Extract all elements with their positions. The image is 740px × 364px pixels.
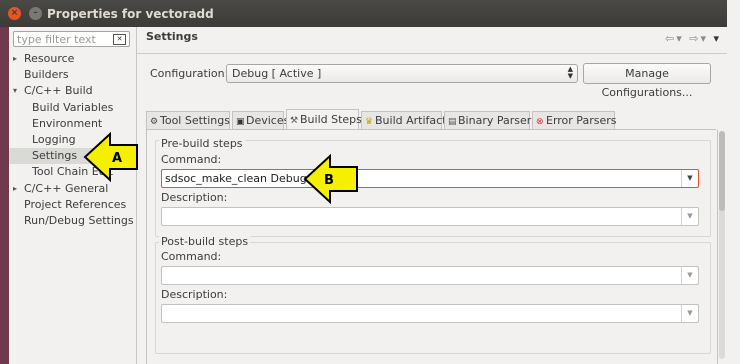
manage-configurations-button[interactable]: Manage Configurations...: [583, 63, 711, 99]
scrollbar-thumb[interactable]: [719, 131, 725, 211]
tab-build-artifact[interactable]: ♛ Build Artifact: [361, 111, 447, 129]
configuration-select[interactable]: Debug [ Active ] ▲ ▼: [226, 64, 578, 83]
tree-item[interactable]: Run/Debug Settings: [9, 213, 136, 229]
back-menu-icon[interactable]: ▾: [676, 32, 684, 45]
chevron-down-icon[interactable]: ▼: [681, 305, 698, 322]
tree-item-label: Build Variables: [32, 100, 114, 114]
tab-binary-parsers[interactable]: ▤Binary Parsers: [444, 111, 537, 129]
page-title: Settings: [146, 30, 198, 43]
prebuild-group-label: Pre-build steps: [159, 137, 245, 150]
tab-label: Binary Parsers: [458, 114, 537, 127]
tree-item[interactable]: ▸ Resource: [9, 51, 136, 67]
prebuild-command-combo[interactable]: sdsoc_make_clean Debug ▼: [161, 169, 699, 188]
chevron-right-icon[interactable]: ▸: [13, 181, 17, 197]
tree-item-label: C/C++ Build: [24, 84, 93, 98]
tree-item-label: Environment: [32, 116, 103, 130]
tree-item-label: Settings: [32, 149, 78, 163]
tab-error-parsers[interactable]: ⊗ Error Parsers: [532, 111, 617, 129]
postbuild-description-label: Description:: [161, 288, 228, 301]
tree-item-label: Project References: [24, 197, 127, 211]
callout-label-a: A: [112, 151, 122, 166]
chevron-down-icon[interactable]: ▼: [681, 170, 698, 187]
postbuild-description-combo[interactable]: ▼: [161, 304, 699, 323]
prebuild-command-value[interactable]: sdsoc_make_clean Debug: [165, 172, 307, 185]
chevron-down-icon[interactable]: ▼: [681, 208, 698, 225]
property-page-tree-panel: ✕ ▸ Resource Builders ▾ C/C++ Build Build Var…: [9, 27, 137, 364]
prebuild-description-combo[interactable]: ▼: [161, 207, 699, 226]
tree-item-label: Builders: [24, 68, 69, 82]
configuration-label: Configuration:: [150, 67, 229, 80]
chevron-down-icon[interactable]: ▼: [681, 267, 698, 284]
view-menu-icon[interactable]: ▾: [713, 32, 719, 45]
tab-label: Devices: [246, 114, 290, 127]
settings-page: Settings ⇦▾ ⇨▾ ▾ Configuration: Debug [ …: [137, 27, 727, 364]
postbuild-command-combo[interactable]: ▼: [161, 266, 699, 285]
close-icon[interactable]: ×: [8, 7, 21, 20]
tree-item[interactable]: Builders: [9, 67, 136, 83]
tree-item[interactable]: Project References: [9, 197, 136, 213]
minimize-icon[interactable]: –: [29, 7, 42, 20]
title-bar: × – Properties for vectoradd: [0, 0, 727, 27]
tab-label: Tool Settings: [160, 114, 230, 127]
tree-item[interactable]: Build Variables: [9, 100, 136, 116]
tree-item-label: Logging: [32, 132, 76, 146]
tab-label: Error Parsers: [546, 114, 617, 127]
window-title: Properties for vectoradd: [47, 7, 214, 21]
callout-arrow-a: A: [83, 131, 138, 183]
tab-label: Build Artifact: [375, 114, 447, 127]
background-window-right: [727, 0, 740, 364]
back-icon[interactable]: ⇦: [665, 32, 676, 45]
desktop-background-left: [0, 0, 9, 364]
tree-item[interactable]: ▾ C/C++ Build: [9, 83, 136, 99]
tree-item-label: Run/Debug Settings: [24, 213, 134, 227]
chevron-right-icon[interactable]: ▸: [13, 51, 17, 67]
filter-field[interactable]: ✕: [13, 31, 130, 47]
prebuild-description-label: Description:: [161, 191, 228, 204]
clear-filter-icon[interactable]: ✕: [113, 34, 126, 45]
history-navigation: ⇦▾ ⇨▾ ▾: [665, 32, 719, 45]
forward-icon[interactable]: ⇨: [689, 32, 700, 45]
tree-item[interactable]: Environment: [9, 116, 136, 132]
postbuild-group: [155, 242, 711, 354]
configuration-value: Debug [ Active ]: [232, 67, 322, 80]
vertical-scrollbar[interactable]: [719, 131, 725, 359]
tree-item-label: C/C++ General: [24, 181, 109, 195]
tab-build-steps[interactable]: ⚒ Build Steps: [286, 109, 362, 129]
forward-menu-icon[interactable]: ▾: [700, 32, 708, 45]
tab-label: Build Steps: [300, 113, 362, 126]
build-steps-content: Pre-build steps Command: sdsoc_make_clea…: [146, 130, 718, 364]
callout-label-b: B: [324, 173, 334, 188]
tree-item-label: Resource: [24, 52, 75, 65]
arrow-shape: [83, 131, 138, 183]
callout-arrow-b: B: [303, 153, 358, 205]
tab-devices[interactable]: ▣Devices: [232, 111, 289, 129]
postbuild-group-label: Post-build steps: [159, 235, 251, 248]
chevron-down-icon[interactable]: ▾: [13, 83, 17, 99]
header-separator: [137, 53, 727, 54]
select-spinner-icon: ▲ ▼: [567, 65, 573, 80]
postbuild-command-label: Command:: [161, 250, 222, 263]
prebuild-command-label: Command:: [161, 153, 222, 166]
tab-tool-settings[interactable]: ⚙ Tool Settings: [146, 111, 230, 129]
filter-input[interactable]: [14, 32, 115, 46]
